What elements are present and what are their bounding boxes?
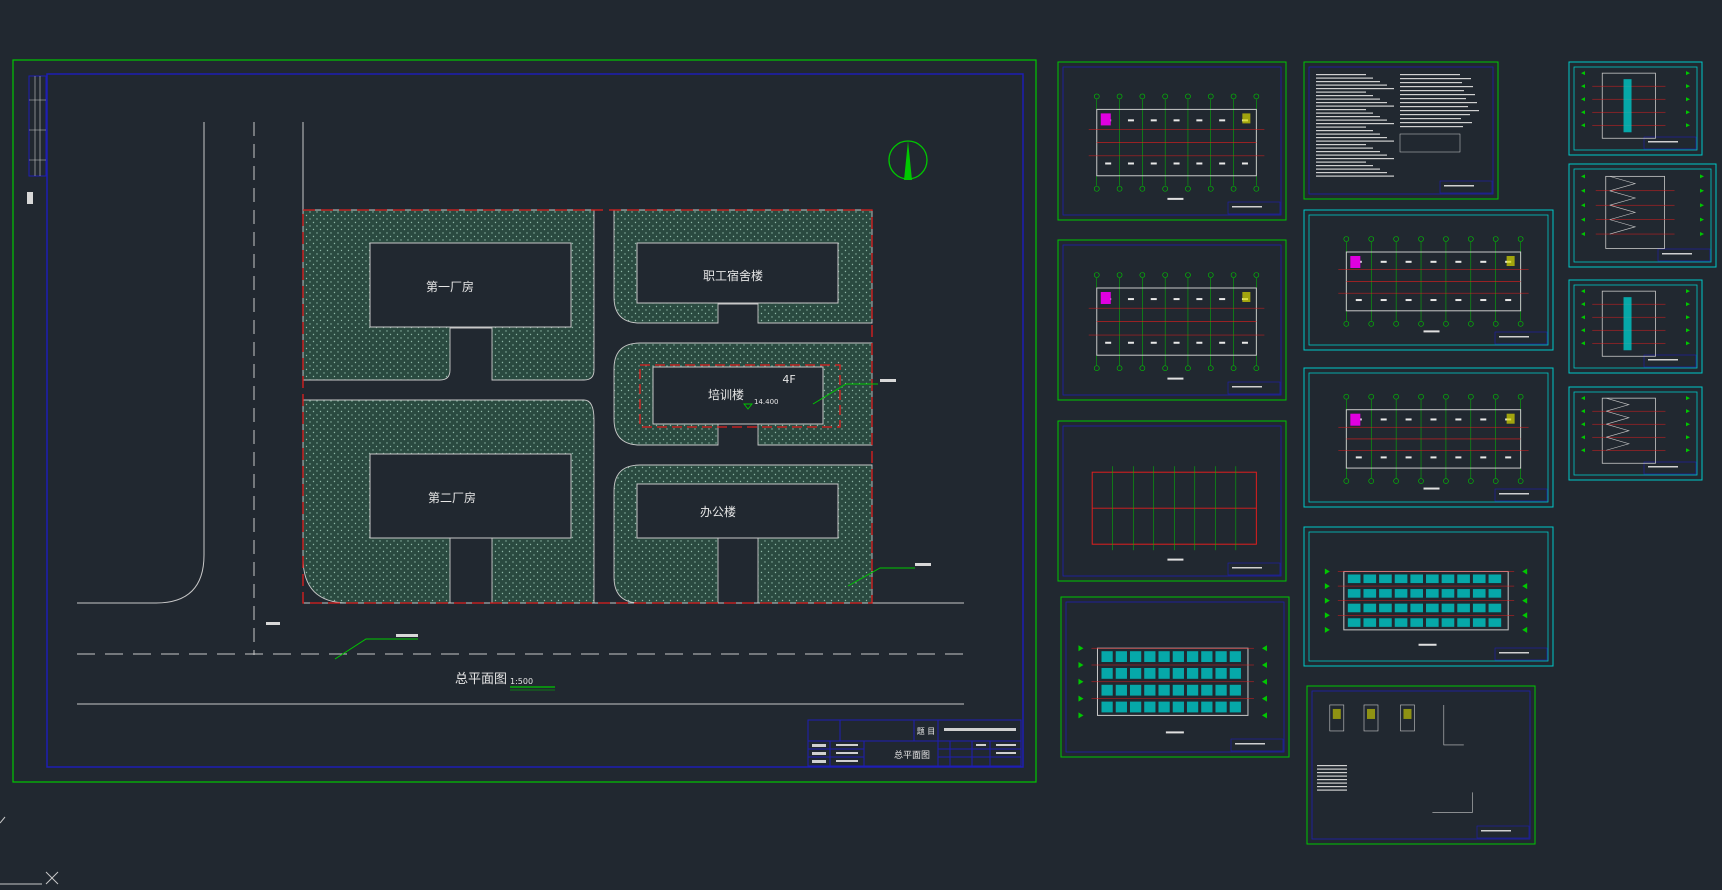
floor-plan-icon (1088, 272, 1265, 380)
building-office[interactable]: 办公楼 (636, 483, 839, 539)
sheet-elevation-1[interactable] (1060, 596, 1290, 758)
sheet-section-1[interactable] (1568, 61, 1703, 156)
plan-scale-text: 1:500 (510, 677, 533, 686)
section-icon (1581, 71, 1690, 139)
label-office: 办公楼 (700, 504, 736, 519)
sheet-section-3[interactable] (1568, 279, 1703, 374)
label-training: 培训楼 (708, 387, 744, 402)
sheet-floor-plan-4[interactable] (1303, 367, 1554, 508)
sheet-floor-plan-3[interactable] (1303, 209, 1554, 351)
roof-plan-icon (1091, 466, 1257, 561)
sheet-details[interactable] (1306, 685, 1536, 845)
plan-title: 总平面图 1:500 (455, 672, 555, 691)
ucs-icon (0, 816, 59, 885)
sheet-floor-plan-2[interactable] (1057, 239, 1287, 401)
building-factory-1[interactable]: 第一厂房 (369, 242, 572, 328)
site-plan-sheet[interactable]: 第一厂房 职工宿舍楼 培训楼 4F 14.400 第二厂房 办公楼 总平面图 1… (12, 59, 1037, 783)
label-dormitory: 职工宿舍楼 (703, 268, 763, 283)
section-icon (1581, 174, 1704, 249)
north-arrow-icon (888, 140, 928, 180)
title-block-drawing-name: 总平面图 (894, 749, 930, 761)
sheet-elevation-2[interactable] (1303, 526, 1554, 667)
elevation-icon (1078, 645, 1267, 734)
sheet-floor-plan-1[interactable] (1057, 61, 1287, 221)
floor-plan-icon (1338, 393, 1529, 490)
section-icon (1581, 396, 1690, 464)
binding-strip (27, 75, 47, 204)
label-factory-1: 第一厂房 (426, 279, 474, 294)
cad-model-space[interactable]: 第一厂房 职工宿舍楼 培训楼 4F 14.400 第二厂房 办公楼 总平面图 1… (0, 0, 1722, 890)
notes-icon (1316, 74, 1479, 177)
sheet-roof-plan[interactable] (1057, 420, 1287, 582)
sheet-thumbnails[interactable] (1057, 61, 1717, 845)
plan-title-text: 总平面图 (455, 672, 507, 687)
label-factory-2: 第二厂房 (428, 490, 476, 505)
floor-plan-icon (1088, 93, 1265, 200)
elevation-icon (1324, 568, 1528, 646)
details-icon (1317, 704, 1473, 813)
building-training[interactable]: 培训楼 4F 14.400 (652, 366, 824, 425)
section-icon (1581, 289, 1690, 357)
sheet-design-notes[interactable] (1303, 61, 1499, 200)
floor-plan-icon (1338, 236, 1529, 333)
building-dormitory[interactable]: 职工宿舍楼 (636, 242, 839, 304)
building-factory-2[interactable]: 第二厂房 (369, 453, 572, 539)
title-block-project-label: 题 目 (917, 727, 936, 736)
label-training-elevation: 14.400 (754, 398, 779, 406)
sheet-section-2[interactable] (1568, 163, 1717, 268)
label-training-floors: 4F (782, 373, 795, 386)
sheet-stair-section[interactable] (1568, 386, 1703, 481)
